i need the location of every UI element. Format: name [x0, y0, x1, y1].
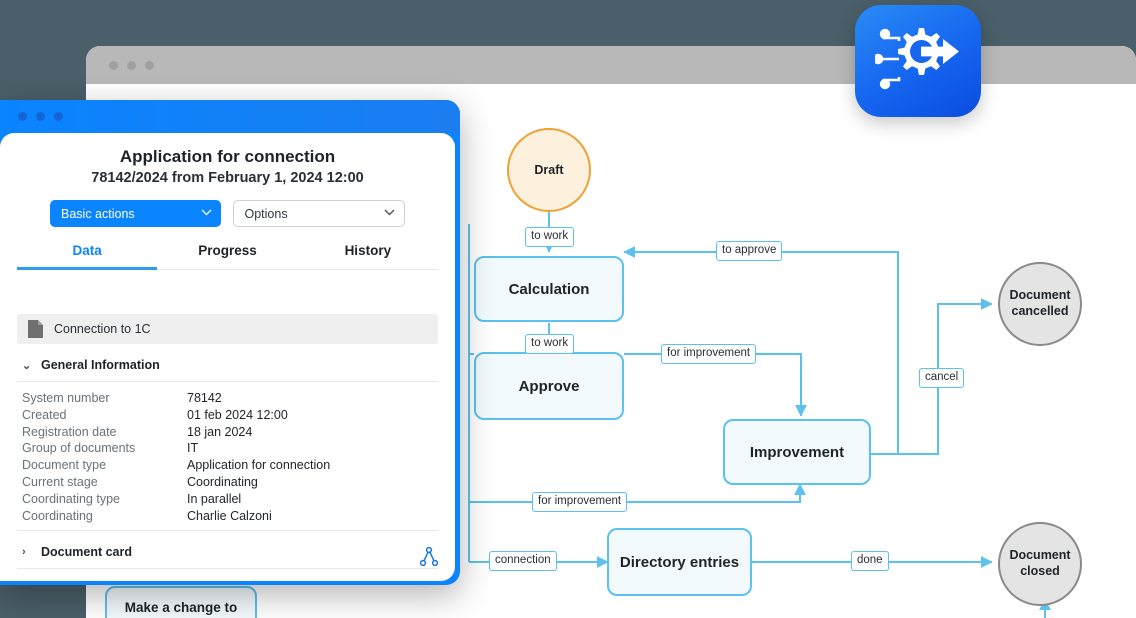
table-row: System number 78142 — [22, 390, 438, 407]
window-dot-minimize[interactable] — [127, 61, 136, 70]
node-label: Calculation — [508, 280, 590, 298]
edge-label-text: to work — [531, 337, 569, 349]
edge-label-done: done — [851, 551, 889, 571]
chevron-down-icon: ⌄ — [22, 359, 32, 372]
row-value: Charlie Calzoni — [187, 508, 272, 523]
tab-bar: Data Progress History — [17, 243, 438, 270]
row-key: Group of documents — [22, 441, 136, 456]
edge-label-text: done — [857, 554, 883, 566]
node-label: Draft — [534, 163, 564, 177]
general-information-table: System number 78142 Created 01 feb 2024 … — [17, 382, 438, 530]
tab-data[interactable]: Data — [17, 243, 158, 270]
node-label: Directory entries — [619, 553, 740, 571]
hierarchy-tree-icon[interactable] — [419, 546, 439, 572]
node-make-a-change-to-directory[interactable]: Make a change to directory — [105, 586, 257, 618]
chevron-right-icon: › — [22, 546, 26, 559]
table-row: Registration date 18 jan 2024 — [22, 424, 438, 441]
edge-label-text: to approve — [722, 244, 777, 256]
section-label: General Information — [41, 358, 160, 372]
edge-label-text: for improvement — [667, 347, 751, 359]
row-value: 78142 — [187, 391, 222, 405]
table-row: Current stage Coordinating — [22, 474, 438, 491]
table-row: Created 01 feb 2024 12:00 — [22, 407, 438, 424]
edge-label-text: cancel — [925, 371, 959, 383]
row-key: Document type — [22, 458, 107, 473]
document-icon — [28, 320, 43, 338]
edge-label-for-improvement-1: for improvement — [661, 344, 757, 364]
attachment-row[interactable]: Connection to 1C — [17, 314, 438, 344]
card-dot-minimize[interactable] — [36, 112, 45, 121]
edge-label-text: to work — [531, 230, 569, 242]
gear-arrow-network-icon — [873, 22, 961, 101]
row-key: Coordinating type — [22, 491, 120, 506]
chevron-down-icon — [384, 208, 395, 219]
attachment-label: Connection to 1C — [54, 322, 151, 336]
row-value: IT — [187, 441, 199, 456]
node-improvement[interactable]: Improvement — [723, 419, 871, 485]
table-row: Coordinating Charlie Calzoni — [22, 508, 438, 525]
row-key: System number — [22, 391, 110, 405]
basic-actions-dropdown[interactable]: Basic actions — [50, 200, 221, 227]
card-titlebar — [0, 100, 460, 133]
app-logo-badge — [855, 5, 981, 117]
row-value: 18 jan 2024 — [187, 424, 253, 439]
edge-label-text: connection — [495, 554, 551, 566]
node-calculation[interactable]: Calculation — [474, 256, 624, 322]
card-dot-close[interactable] — [18, 112, 27, 121]
edge-label-for-improvement-2: for improvement — [532, 492, 628, 512]
node-document-closed[interactable]: Document closed — [998, 522, 1082, 606]
node-document-cancelled[interactable]: Document cancelled — [998, 262, 1082, 346]
tab-history[interactable]: History — [298, 243, 438, 269]
window-dot-close[interactable] — [109, 61, 118, 70]
section-label: Document card — [41, 545, 132, 560]
node-label: Improvement — [749, 443, 845, 461]
section-related-documents[interactable]: › Related documents — [17, 569, 438, 581]
node-label: Approve — [518, 377, 580, 395]
row-key: Current stage — [22, 474, 98, 489]
tab-progress[interactable]: Progress — [157, 243, 297, 269]
edge-label-text: for improvement — [538, 495, 622, 507]
action-row: Basic actions Options — [17, 200, 438, 227]
edge-label-to-work-2: to work — [525, 334, 575, 354]
edge-label-to-work-1: to work — [525, 227, 575, 247]
edge-label-cancel: cancel — [919, 368, 965, 388]
chevron-down-icon — [201, 208, 212, 219]
window-dot-maximize[interactable] — [145, 61, 154, 70]
node-directory-entries[interactable]: Directory entries — [607, 528, 752, 596]
basic-actions-label: Basic actions — [61, 206, 135, 221]
section-document-card[interactable]: › Document card — [17, 531, 438, 568]
edge-label-to-approve: to approve — [716, 241, 783, 261]
options-label: Options — [244, 206, 288, 221]
row-value: In parallel — [187, 491, 242, 506]
edge-label-connection: connection — [489, 551, 557, 571]
table-row: Group of documents IT — [22, 440, 438, 457]
card-body: Application for connection 78142/2024 fr… — [0, 133, 455, 581]
page-subtitle: 78142/2024 from February 1, 2024 12:00 — [91, 170, 364, 186]
row-key: Created — [22, 407, 67, 422]
row-value: Coordinating — [187, 474, 258, 489]
row-key: Coordinating — [22, 508, 93, 523]
card-dot-maximize[interactable] — [54, 112, 63, 121]
page-title: Application for connection — [119, 147, 336, 166]
node-label: Make a change to directory — [124, 600, 238, 618]
table-row: Document type Application for connection — [22, 457, 438, 474]
node-draft[interactable]: Draft — [507, 128, 591, 212]
row-key: Registration date — [22, 424, 117, 439]
node-approve[interactable]: Approve — [474, 352, 624, 420]
row-value: 01 feb 2024 12:00 — [187, 407, 288, 422]
node-label: Document closed — [1009, 548, 1071, 578]
options-dropdown[interactable]: Options — [232, 200, 405, 227]
row-value: Application for connection — [187, 458, 331, 473]
node-label: Document cancelled — [1009, 288, 1071, 318]
table-row: Coordinating type In parallel — [22, 491, 438, 508]
section-general-information[interactable]: ⌄ General Information — [17, 344, 438, 381]
document-card-window: Application for connection 78142/2024 fr… — [0, 100, 460, 585]
